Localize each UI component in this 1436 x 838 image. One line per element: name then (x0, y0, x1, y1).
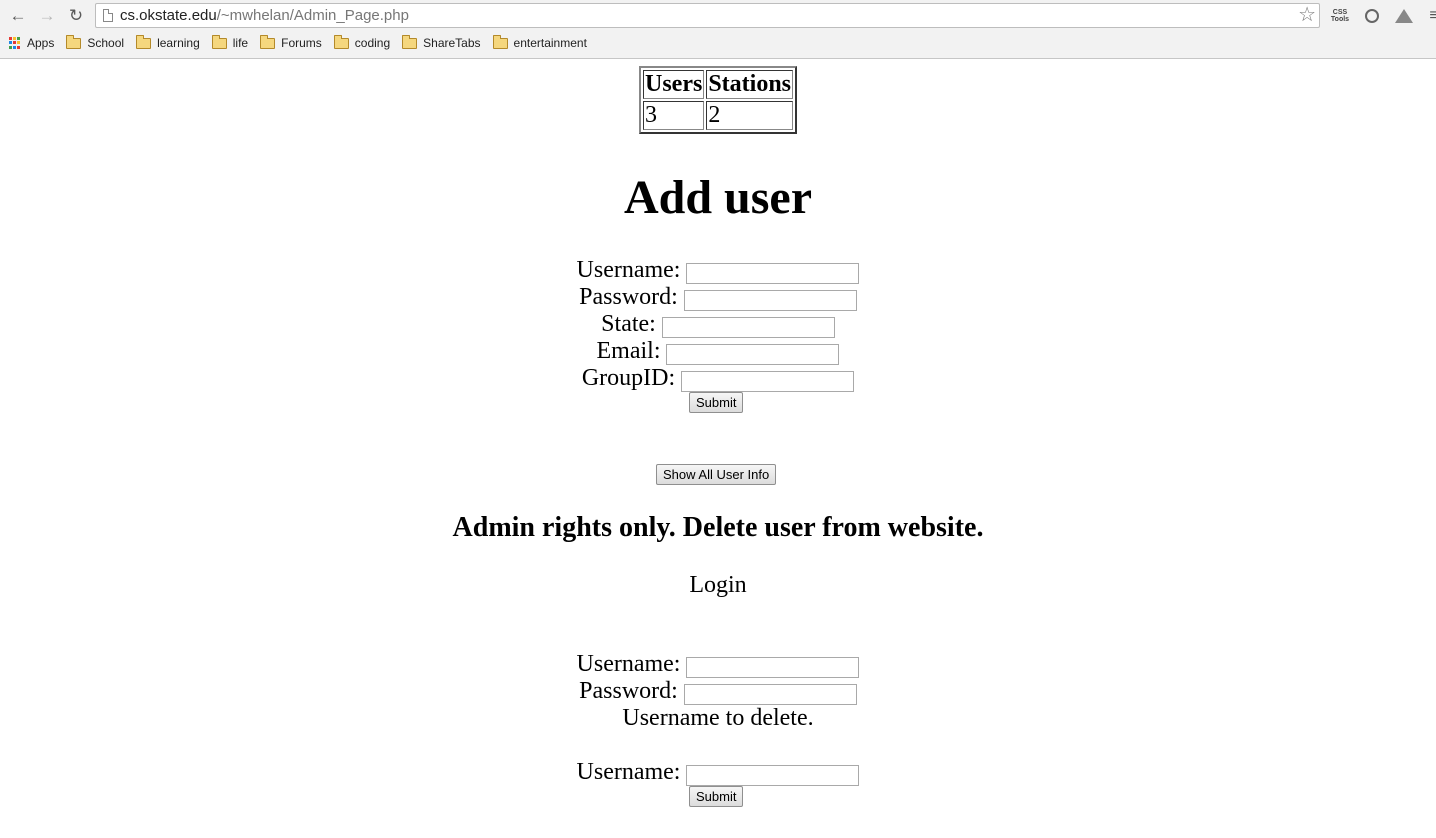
url-host: cs.okstate.edu (120, 7, 217, 24)
bookmark-folder-coding[interactable]: coding (333, 33, 391, 53)
folder-icon (260, 34, 276, 49)
add-state-input[interactable] (661, 316, 835, 338)
username-label: Username: (576, 651, 681, 677)
bookmark-folder-school[interactable]: School (66, 33, 124, 53)
bookmark-label: Apps (27, 36, 55, 50)
delete-user-title: Admin rights only. Delete user from webs… (452, 512, 984, 543)
bookmark-folder-life[interactable]: life (211, 33, 249, 53)
menu-icon[interactable]: ≡ (1424, 6, 1436, 26)
bookmark-label: learning (157, 36, 200, 50)
apps-grid-icon (9, 37, 21, 49)
state-label: State: (601, 311, 656, 337)
bookmark-apps[interactable]: Apps (9, 33, 54, 53)
add-user-title: Add user (623, 171, 813, 224)
bookmark-folder-learning[interactable]: learning (136, 33, 200, 53)
username-label: Username: (576, 257, 681, 283)
url-text: cs.okstate.edu/~mwhelan/Admin_Page.php (120, 7, 409, 24)
folder-icon (492, 34, 508, 49)
delete-user-submit-button[interactable]: Submit (689, 786, 744, 807)
stats-table: Users Stations 3 2 (639, 66, 798, 134)
add-email-input[interactable] (666, 343, 840, 365)
forward-arrow-icon[interactable]: → (36, 5, 58, 27)
login-password-input[interactable] (683, 683, 857, 705)
back-arrow-icon[interactable]: ← (7, 5, 29, 27)
bookmark-folder-forums[interactable]: Forums (260, 33, 322, 53)
password-label: Password: (579, 284, 678, 310)
add-email-row: Email: (0, 338, 1436, 365)
add-groupid-row: GroupID: (0, 365, 1436, 392)
browser-chrome: ← → ↻ cs.okstate.edu/~mwhelan/Admin_Page… (0, 0, 1436, 59)
login-username-input[interactable] (686, 656, 860, 678)
bookmark-label: School (87, 36, 125, 50)
table-header-row: Users Stations (643, 70, 794, 99)
add-user-submit-button[interactable]: Submit (689, 392, 744, 413)
username-label: Username: (576, 759, 681, 785)
login-password-row: Password: (0, 678, 1436, 705)
folder-icon (211, 34, 227, 49)
table-cell: 2 (706, 101, 794, 130)
folder-icon (66, 34, 82, 49)
password-label: Password: (579, 678, 678, 704)
table-header-cell: Stations (706, 70, 794, 99)
bookmark-label: Forums (281, 36, 322, 50)
show-all-user-info-button[interactable]: Show All User Info (656, 464, 777, 485)
table-header-cell: Users (643, 70, 705, 99)
bookmark-label: life (232, 36, 249, 50)
login-label: Login (689, 572, 747, 598)
bookmark-label: ShareTabs (423, 36, 481, 50)
delete-username-row: Username: (0, 759, 1436, 786)
email-label: Email: (596, 338, 661, 364)
groupid-label: GroupID: (581, 365, 676, 391)
folder-icon (333, 34, 349, 49)
table-cell: 3 (643, 101, 705, 130)
bookmark-label: entertainment (513, 36, 587, 50)
reload-icon[interactable]: ↻ (65, 5, 87, 27)
delete-prompt: Username to delete. (622, 705, 814, 731)
url-path: /~mwhelan/Admin_Page.php (216, 7, 409, 24)
bookmark-folder-sharetabs[interactable]: ShareTabs (402, 33, 481, 53)
address-bar[interactable]: cs.okstate.edu/~mwhelan/Admin_Page.php ☆ (95, 3, 1320, 28)
folder-icon (402, 34, 418, 49)
table-row: 3 2 (643, 101, 794, 130)
add-username-input[interactable] (686, 262, 860, 284)
compass-icon[interactable] (1362, 6, 1382, 26)
add-state-row: State: (0, 311, 1436, 338)
drive-icon[interactable] (1394, 6, 1414, 26)
login-username-row: Username: (0, 651, 1436, 678)
css-tools-icon[interactable]: CSS Tools (1330, 6, 1350, 26)
add-username-row: Username: (0, 257, 1436, 284)
bookmark-star-icon[interactable]: ☆ (1298, 4, 1316, 26)
delete-username-input[interactable] (686, 764, 860, 786)
add-password-row: Password: (0, 284, 1436, 311)
add-groupid-input[interactable] (681, 370, 855, 392)
add-password-input[interactable] (683, 289, 857, 311)
bookmarks-bar: Apps School learning life Forums coding … (0, 33, 599, 53)
folder-icon (136, 34, 152, 49)
page-icon (103, 9, 113, 22)
bookmark-label: coding (354, 36, 391, 50)
bookmark-folder-entertainment[interactable]: entertainment (492, 33, 587, 53)
